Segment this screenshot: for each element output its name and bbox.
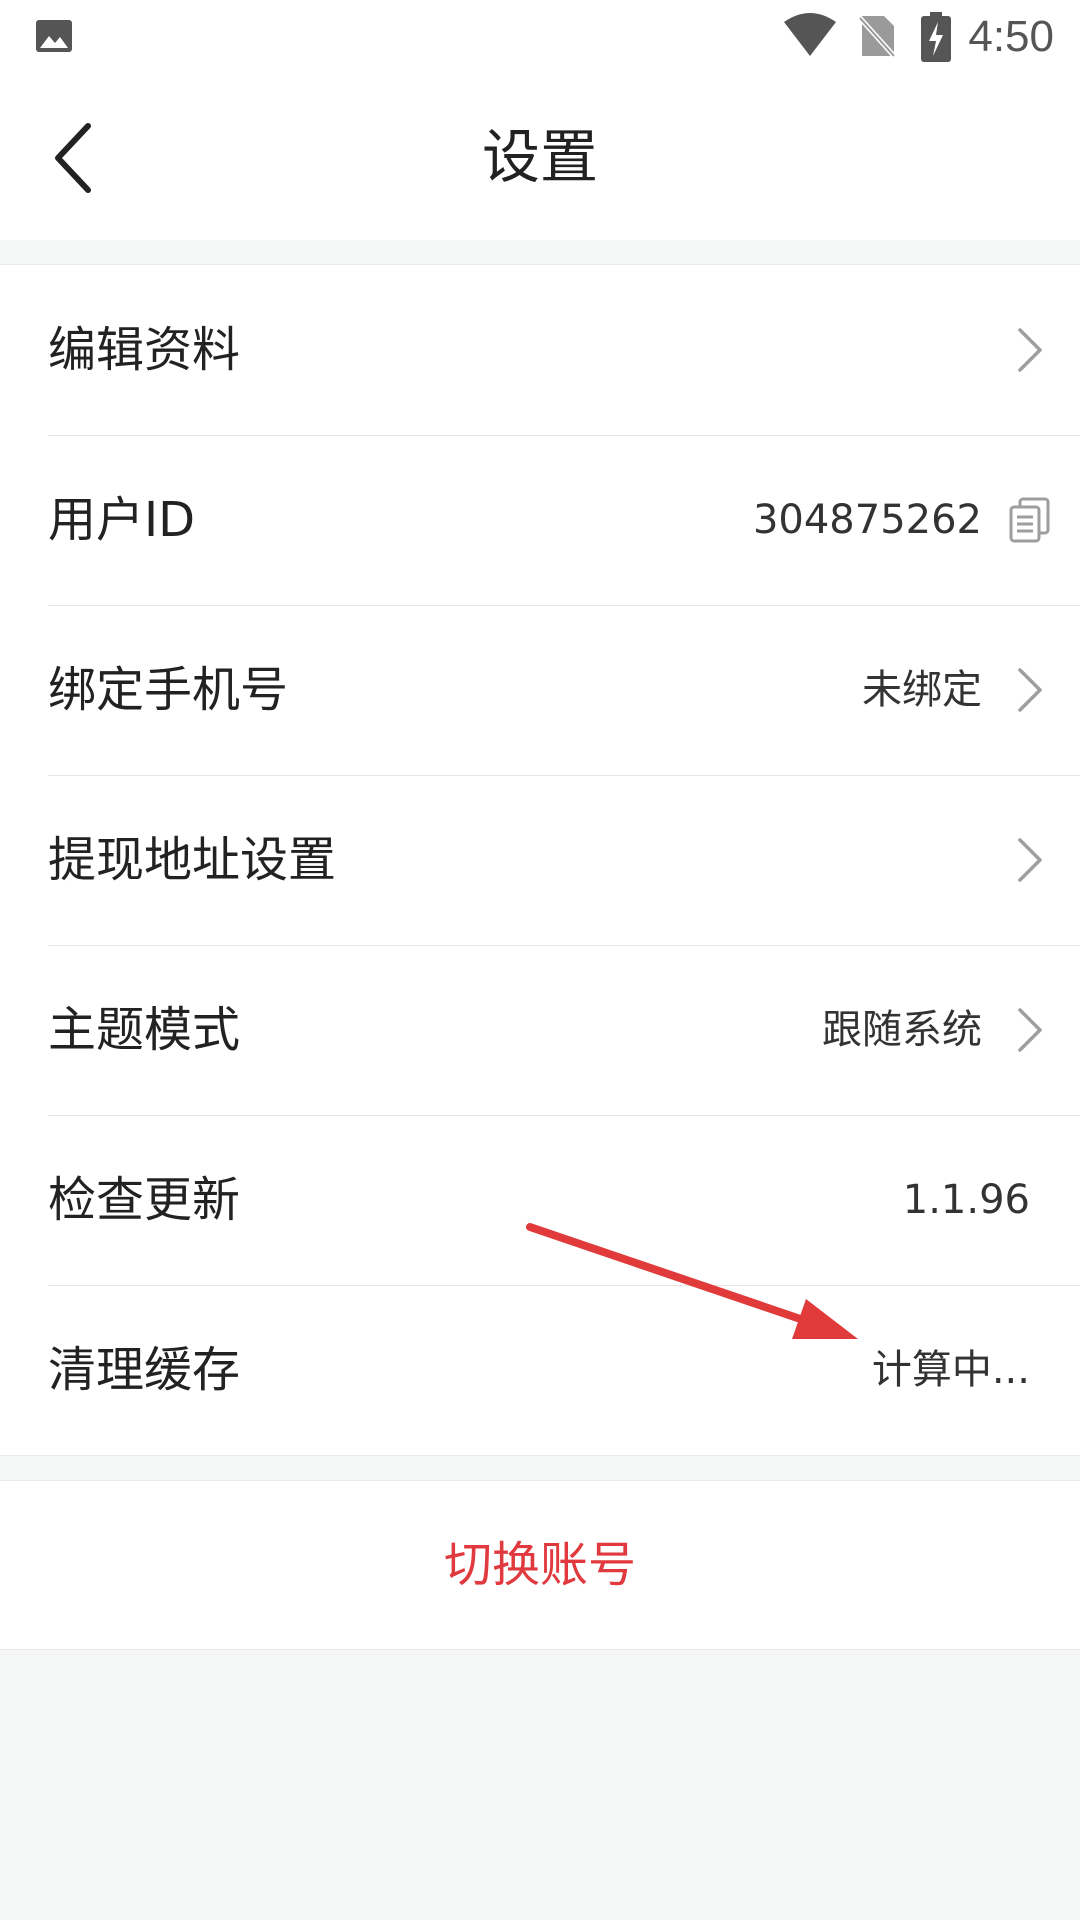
bind-phone-row[interactable]: 绑定手机号 未绑定 [0, 605, 1080, 775]
chevron-right-icon [1014, 836, 1044, 888]
theme-mode-row[interactable]: 主题模式 跟随系统 [0, 945, 1080, 1115]
withdraw-address-label: 提现地址设置 [48, 832, 337, 888]
chevron-right-icon [1014, 1006, 1044, 1058]
user-id-row: 用户ID 304875262 [0, 435, 1080, 605]
app-version: 1.1.96 [902, 1177, 1030, 1223]
status-bar: 4:50 [0, 0, 1080, 74]
theme-mode-label: 主题模式 [48, 1002, 241, 1058]
bind-phone-label: 绑定手机号 [48, 662, 289, 718]
edit-profile-row[interactable]: 编辑资料 [0, 265, 1080, 435]
cache-size-value: 计算中... [871, 1347, 1030, 1393]
gallery-icon [34, 16, 74, 60]
page-title: 设置 [481, 123, 598, 191]
check-update-label: 检查更新 [48, 1172, 241, 1228]
title-bar: 设置 [0, 74, 1080, 240]
bind-phone-status: 未绑定 [862, 667, 982, 713]
edit-profile-label: 编辑资料 [48, 322, 241, 378]
switch-account-button[interactable]: 切换账号 [0, 1480, 1080, 1650]
withdraw-address-row[interactable]: 提现地址设置 [0, 775, 1080, 945]
chevron-right-icon [1014, 326, 1044, 378]
copy-icon[interactable] [1008, 497, 1052, 547]
no-sim-icon [858, 14, 896, 62]
battery-charging-icon [921, 12, 951, 66]
switch-account-label: 切换账号 [443, 1537, 636, 1593]
user-id-value: 304875262 [752, 497, 982, 543]
annotation-arrow-icon [520, 1215, 860, 1349]
status-time: 4:50 [968, 12, 1054, 61]
chevron-right-icon [1014, 666, 1044, 718]
user-id-label: 用户ID [48, 492, 196, 548]
wifi-icon [782, 12, 838, 62]
clear-cache-label: 清理缓存 [48, 1342, 241, 1398]
theme-mode-value: 跟随系统 [822, 1007, 982, 1053]
